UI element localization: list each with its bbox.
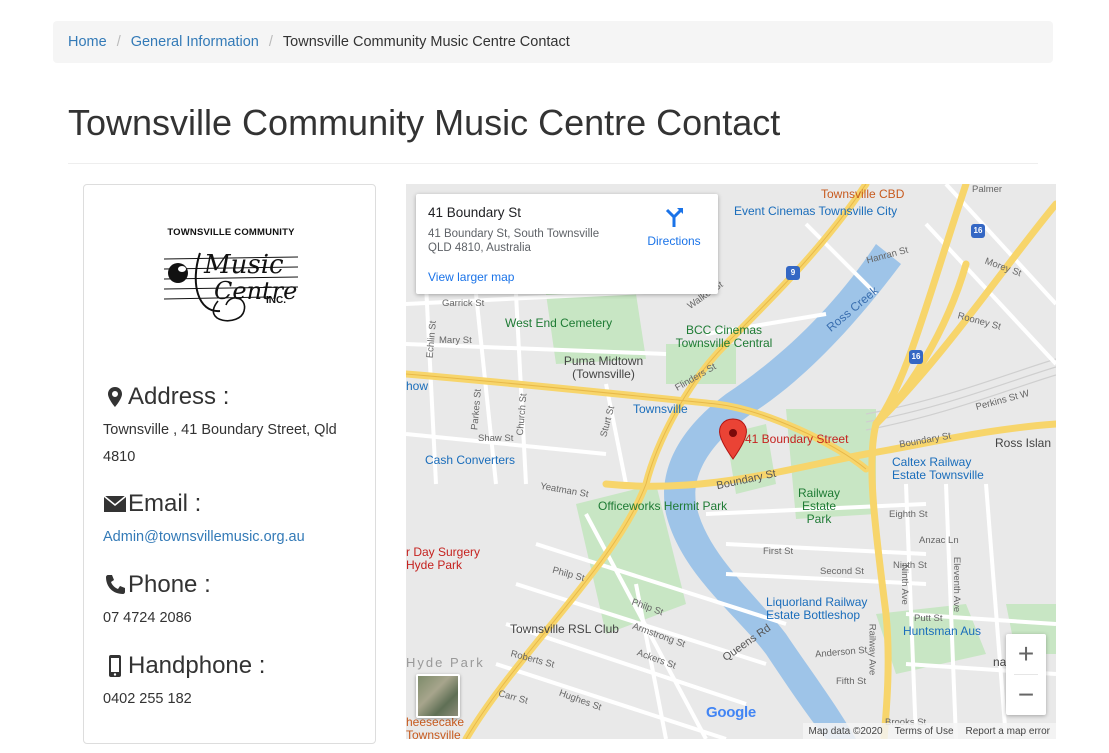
phone-label: Phone :	[128, 571, 211, 598]
map-label-caltex[interactable]: Caltex Railway Estate Townsville	[892, 456, 992, 482]
map-label-ross-island: Ross Islan	[995, 436, 1052, 450]
marker-label[interactable]: 41 Boundary Street	[745, 432, 848, 446]
map-label-show: how	[406, 379, 429, 393]
map-label-townsville-station[interactable]: Townsville	[633, 402, 688, 416]
email-label: Email :	[128, 490, 202, 517]
map-label-rsl[interactable]: Townsville RSL Club	[510, 622, 619, 636]
google-logo-text: Google	[706, 704, 756, 721]
google-logo: Google	[706, 704, 756, 721]
email-link[interactable]: Admin@townsvillemusic.org.au	[103, 529, 305, 545]
title-divider	[68, 163, 1038, 164]
route-badge: 9	[786, 266, 800, 280]
google-map[interactable]: 9 16 16 Event Cinemas Townsville City To…	[406, 184, 1056, 739]
zoom-out-button[interactable]: −	[1006, 675, 1046, 715]
breadcrumb-separator: /	[268, 34, 273, 50]
phone-value: 07 4724 2086	[103, 610, 192, 626]
map-label-officeworks[interactable]: Officeworks Hermit Park	[598, 499, 727, 513]
map-label-cash-converters[interactable]: Cash Converters	[425, 453, 515, 467]
logo-inc-text: INC.	[266, 295, 286, 306]
street-label-fifth: Fifth St	[836, 676, 867, 687]
breadcrumb-section-link[interactable]: General Information	[131, 34, 259, 50]
logo-script-music: Music	[203, 250, 284, 280]
map-label-townsville-cbd[interactable]: Townsville CBD	[821, 187, 904, 201]
zoom-in-button[interactable]: +	[1006, 634, 1046, 674]
map-label-cheesecake[interactable]: heesecake Townsville	[406, 716, 486, 740]
map-marker-icon	[108, 387, 122, 407]
breadcrumb-current: Townsville Community Music Centre Contac…	[282, 34, 570, 50]
contact-card: TOWNSVILLE COMMUNITY Music Centre INC. A…	[83, 184, 376, 744]
street-label-shaw: Shaw St	[478, 433, 514, 444]
page-title: Townsville Community Music Centre Contac…	[68, 102, 781, 143]
street-label-first: First St	[763, 546, 794, 557]
street-label-railway-ave: Railway Ave	[866, 623, 878, 676]
street-label-ninth-ave: Ninth Ave	[898, 564, 910, 605]
address-value: Townsville , 41 Boundary Street, Qld 481…	[103, 422, 337, 465]
map-label-puma[interactable]: Puma Midtown (Townsville)	[561, 355, 646, 381]
map-label-bcc-cinemas[interactable]: BCC Cinemas Townsville Central	[664, 324, 784, 350]
email-block: Email : Admin@townsvillemusic.org.au	[103, 490, 363, 551]
breadcrumb-separator: /	[116, 34, 121, 50]
logo-emblem: Music Centre	[163, 250, 299, 322]
street-label-garrick: Garrick St	[442, 298, 485, 309]
map-label-liquorland[interactable]: Liquorland Railway Estate Bottleshop	[766, 596, 876, 622]
street-label-eleventh-ave: Eleventh Ave	[951, 556, 963, 613]
phone-block: Phone : 07 4724 2086	[103, 571, 363, 632]
view-larger-map-link[interactable]: View larger map	[428, 270, 514, 284]
envelope-icon	[103, 495, 127, 512]
address-block: Address : Townsville , 41 Boundary Stree…	[103, 383, 363, 471]
directions-label: Directions	[647, 234, 701, 248]
map-label-railway-estate-park: Railway Estate Park	[797, 486, 840, 526]
place-address: 41 Boundary St, South Townsville QLD 481…	[428, 228, 600, 254]
map-data-text: Map data ©2020	[808, 725, 883, 737]
phone-icon	[106, 575, 125, 594]
handphone-label: Handphone :	[128, 652, 266, 679]
directions-icon	[665, 208, 683, 227]
map-label-west-end-cemetery[interactable]: West End Cemetery	[505, 316, 612, 330]
music-centre-logo: TOWNSVILLE COMMUNITY Music Centre INC.	[160, 223, 302, 327]
street-label-anzac: Anzac Ln	[919, 535, 959, 546]
address-label: Address :	[128, 383, 230, 410]
map-label-event-cinemas[interactable]: Event Cinemas Townsville City	[734, 205, 897, 218]
map-label-palmer: Palmer	[972, 184, 1003, 195]
street-label-eighth: Eighth St	[889, 509, 928, 520]
street-label-second: Second St	[820, 566, 864, 577]
street-label-mary: Mary St	[439, 335, 472, 346]
satellite-toggle[interactable]	[416, 674, 460, 718]
handphone-block: Handphone : 0402 255 182	[103, 652, 363, 713]
map-label-huntsman[interactable]: Huntsman Aus	[903, 624, 981, 638]
route-badge: 16	[909, 350, 923, 364]
map-label-day-surgery[interactable]: r Day Surgery Hyde Park	[406, 546, 491, 572]
place-name: 41 Boundary St	[428, 205, 522, 220]
map-place-card: 41 Boundary St 41 Boundary St, South Tow…	[416, 194, 718, 294]
mobile-phone-icon	[109, 655, 121, 677]
handphone-value: 0402 255 182	[103, 691, 192, 707]
zoom-control: + −	[1006, 634, 1046, 715]
map-footer: Map data ©2020 Terms of Use Report a map…	[802, 723, 1056, 739]
map-label-hyde-park: Hyde Park	[406, 655, 485, 670]
report-error-link[interactable]: Report a map error	[966, 726, 1050, 737]
directions-button[interactable]: Directions	[644, 206, 704, 250]
terms-link[interactable]: Terms of Use	[895, 726, 954, 737]
breadcrumb-home-link[interactable]: Home	[68, 34, 107, 50]
breadcrumb: Home / General Information / Townsville …	[53, 21, 1053, 63]
route-badge: 16	[971, 224, 985, 238]
street-label-putt: Putt St	[914, 613, 943, 624]
